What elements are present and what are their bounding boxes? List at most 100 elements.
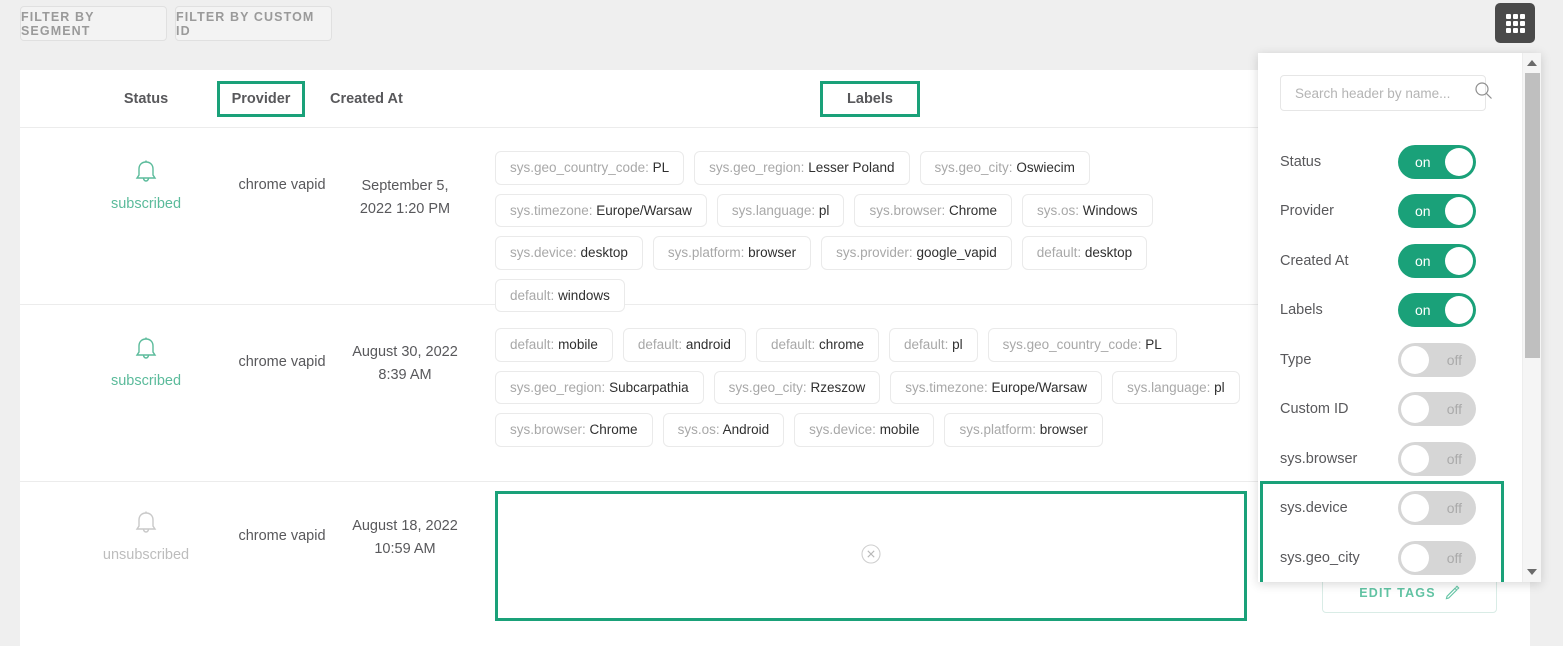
toggle-switch[interactable]: on	[1398, 293, 1476, 328]
toggle-switch[interactable]: on	[1398, 243, 1476, 278]
toggle-switch[interactable]: on	[1398, 144, 1476, 179]
label-tag[interactable]: sys.platform: browser	[652, 236, 812, 270]
column-header-status[interactable]: Status	[86, 70, 206, 127]
label-tag[interactable]: sys.browser: Chrome	[854, 193, 1012, 227]
bell-icon	[133, 509, 159, 539]
label-tag-value: desktop	[580, 245, 628, 260]
cell-status: subscribed	[86, 335, 206, 389]
toggle-row-type[interactable]: Type off	[1258, 335, 1522, 385]
toggle-row-custom-id[interactable]: Custom ID off	[1258, 385, 1522, 435]
toggle-label: Provider	[1280, 203, 1334, 220]
label-tag[interactable]: sys.language: pl	[716, 193, 845, 227]
label-tag-value: Lesser Poland	[808, 160, 895, 175]
label-tag-key: sys.timezone:	[905, 379, 988, 395]
column-settings-button[interactable]	[1495, 3, 1535, 43]
label-tag-key: sys.provider:	[836, 245, 913, 260]
toggle-row-sys-device[interactable]: sys.device off	[1258, 484, 1522, 534]
toggle-label: Status	[1280, 153, 1322, 170]
toggle-switch[interactable]: off	[1398, 342, 1476, 377]
status-label: subscribed	[110, 196, 182, 212]
label-tag-key: sys.timezone:	[510, 202, 593, 218]
toggle-state-label: off	[1446, 500, 1462, 517]
toggle-row-labels[interactable]: Labels on	[1258, 286, 1522, 336]
toggle-knob	[1401, 444, 1429, 473]
label-tag[interactable]: default: android	[622, 328, 746, 362]
pencil-icon	[1444, 584, 1460, 603]
label-tag-key: default:	[1036, 245, 1082, 260]
label-tag[interactable]: sys.provider: google_vapid	[821, 236, 1012, 270]
cell-provider: chrome vapid	[238, 354, 326, 370]
label-tag[interactable]: sys.os: Windows	[1022, 193, 1153, 227]
label-tag-value: pl	[952, 337, 963, 352]
label-tag[interactable]: sys.os: Android	[662, 413, 785, 447]
label-tag-value: google_vapid	[916, 245, 997, 260]
label-tag-value: Android	[722, 422, 770, 437]
toggle-label: Created At	[1280, 252, 1349, 269]
label-tag-key: sys.device:	[510, 245, 577, 260]
toggle-switch[interactable]: off	[1398, 392, 1476, 427]
toggle-knob	[1445, 246, 1473, 275]
search-header-box[interactable]	[1280, 75, 1492, 111]
label-tag[interactable]: default: pl	[889, 328, 978, 362]
label-tag[interactable]: default: mobile	[495, 328, 613, 362]
toggle-state-label: off	[1446, 549, 1462, 566]
toggle-row-sys-geo-city[interactable]: sys.geo_city off	[1258, 533, 1522, 582]
filter-by-custom-id-button[interactable]: FILTER BY CUSTOM ID	[175, 6, 332, 41]
toggle-state-label: on	[1415, 302, 1431, 319]
label-tag[interactable]: sys.browser: Chrome	[495, 413, 653, 447]
toggle-row-provider[interactable]: Provider on	[1258, 187, 1522, 237]
label-tag[interactable]: sys.timezone: Europe/Warsaw	[495, 193, 707, 227]
filter-by-segment-button[interactable]: FILTER BY SEGMENT	[20, 6, 167, 41]
label-tag[interactable]: sys.geo_region: Lesser Poland	[694, 151, 910, 185]
label-tag[interactable]: sys.timezone: Europe/Warsaw	[890, 370, 1103, 404]
label-tag-value: pl	[1214, 379, 1225, 395]
label-tag[interactable]: default: desktop	[1021, 236, 1148, 270]
label-tag[interactable]: sys.geo_city: Oswiecim	[919, 151, 1090, 185]
caret-up-icon[interactable]	[1523, 54, 1541, 72]
label-tag[interactable]: sys.geo_country_code: PL	[987, 328, 1177, 362]
cell-labels: default: mobile default: android default: …	[495, 328, 1250, 447]
toggle-state-label: off	[1446, 450, 1462, 467]
toggle-switch[interactable]: off	[1398, 491, 1476, 526]
caret-down-icon[interactable]	[1523, 563, 1541, 581]
column-header-created-at[interactable]: Created At	[330, 70, 480, 127]
toggle-label: Type	[1280, 351, 1312, 368]
label-tag-key: sys.platform:	[667, 245, 745, 260]
label-tag-key: sys.geo_region:	[510, 379, 606, 395]
toggle-row-sys-browser[interactable]: sys.browser off	[1258, 434, 1522, 484]
column-header-provider[interactable]: Provider	[217, 81, 305, 117]
label-tag-key: sys.language:	[731, 202, 816, 218]
label-tag[interactable]: sys.geo_country_code: PL	[495, 151, 685, 185]
toggle-knob	[1445, 147, 1473, 176]
header-visibility-panel: Status on Provider on Created At on Labels on Ty…	[1258, 53, 1541, 582]
toggle-switch[interactable]: off	[1398, 540, 1476, 575]
toggle-state-label: off	[1446, 351, 1462, 368]
bell-icon	[133, 335, 159, 365]
panel-scrollbar[interactable]	[1522, 53, 1541, 582]
scrollbar-thumb[interactable]	[1525, 73, 1540, 358]
toggle-knob	[1401, 345, 1429, 374]
toggle-switch[interactable]: off	[1398, 441, 1476, 476]
label-tag-key: sys.geo_city:	[728, 379, 807, 395]
label-tag[interactable]: sys.language: pl	[1112, 370, 1240, 404]
search-icon	[1474, 81, 1493, 105]
label-tag[interactable]: sys.platform: browser	[944, 413, 1103, 447]
label-tag[interactable]: sys.device: mobile	[794, 413, 935, 447]
label-tag[interactable]: default: chrome	[755, 328, 880, 362]
bell-icon	[133, 158, 159, 188]
label-tag[interactable]: sys.geo_city: Rzeszow	[713, 370, 881, 404]
column-header-labels[interactable]: Labels	[820, 81, 920, 117]
search-input[interactable]	[1293, 84, 1474, 102]
toggle-row-created-at[interactable]: Created At on	[1258, 236, 1522, 286]
toggle-row-status[interactable]: Status on	[1258, 137, 1522, 187]
label-tag[interactable]: sys.device: desktop	[495, 236, 643, 270]
label-tag[interactable]: sys.geo_region: Subcarpathia	[495, 370, 704, 404]
label-tag-value: PL	[652, 160, 670, 175]
label-tag-key: sys.platform:	[959, 422, 1036, 437]
label-tag-value: Chrome	[589, 422, 638, 437]
label-tag-value: windows	[558, 287, 610, 303]
label-tag-value: chrome	[819, 337, 865, 352]
toggle-switch[interactable]: on	[1398, 194, 1476, 229]
toggle-label: sys.device	[1280, 500, 1348, 517]
toggle-state-label: on	[1415, 252, 1431, 269]
